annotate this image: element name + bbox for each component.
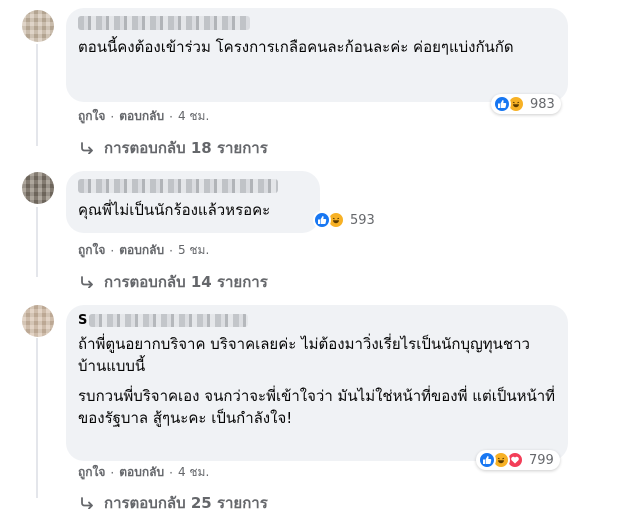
reaction-count: 799	[529, 452, 554, 468]
separator-dot: ·	[110, 465, 115, 480]
view-replies-link[interactable]: การตอบกลับ 18 รายการ	[80, 136, 268, 160]
comment-text: คุณพี่ไม่เป็นนักร้องแล้วหรอคะ	[78, 201, 271, 219]
comment-bubble: ตอนนี้คงต้องเข้าร่วม โครงการเกลือคนละก้อ…	[66, 8, 568, 102]
comment-timestamp[interactable]: 4 ชม.	[178, 463, 209, 482]
reply-arrow-icon	[80, 276, 94, 288]
comment-bubble: คุณพี่ไม่เป็นนักร้องแล้วหรอคะ	[66, 171, 320, 233]
reaction-summary[interactable]: 983	[491, 94, 561, 114]
reply-button[interactable]: ตอบกลับ	[119, 463, 164, 482]
reply-button[interactable]: ตอบกลับ	[119, 107, 164, 126]
reaction-summary[interactable]: 593	[313, 210, 375, 230]
comment-bubble: S ถ้าพี่ตูนอยากบริจาค บริจาคเลยค่ะ ไม่ต้…	[66, 305, 568, 461]
view-replies-label: การตอบกลับ 18 รายการ	[104, 139, 268, 157]
view-replies-link[interactable]: การตอบกลับ 25 รายการ	[80, 491, 268, 515]
reaction-count: 593	[350, 212, 375, 228]
avatar[interactable]	[22, 10, 54, 42]
separator-dot: ·	[169, 243, 173, 258]
comment-text: ตอนนี้คงต้องเข้าร่วม โครงการเกลือคนละก้อ…	[78, 38, 514, 56]
thread-line	[36, 44, 38, 146]
reaction-count: 983	[530, 96, 555, 112]
commenter-initial: S	[78, 312, 88, 328]
separator-dot: ·	[110, 243, 115, 258]
avatar[interactable]	[22, 305, 54, 337]
comment-actions: ถูกใจ · ตอบกลับ · 4 ชม.	[78, 463, 209, 482]
commenter-name-redacted[interactable]	[78, 179, 278, 193]
like-icon	[493, 95, 511, 113]
separator-dot: ·	[110, 109, 115, 124]
reply-button[interactable]: ตอบกลับ	[119, 241, 164, 260]
commenter-name-redacted[interactable]: S	[78, 312, 248, 328]
comment-timestamp[interactable]: 5 ชม.	[178, 241, 209, 260]
like-button[interactable]: ถูกใจ	[78, 107, 105, 126]
separator-dot: ·	[169, 465, 173, 480]
reply-arrow-icon	[80, 497, 94, 509]
like-button[interactable]: ถูกใจ	[78, 241, 105, 260]
reply-arrow-icon	[80, 142, 94, 154]
avatar[interactable]	[22, 172, 54, 204]
thread-line	[36, 207, 38, 277]
comment-actions: ถูกใจ · ตอบกลับ · 4 ชม.	[78, 107, 209, 126]
comment-paragraph: รบกวนพี่บริจาคเอง จนกว่าจะพี่เข้าใจว่า ม…	[78, 387, 556, 427]
comment-timestamp[interactable]: 4 ชม.	[178, 107, 209, 126]
like-icon	[313, 211, 331, 229]
like-button[interactable]: ถูกใจ	[78, 463, 105, 482]
like-icon	[478, 451, 496, 469]
thread-line	[36, 338, 38, 498]
name-redaction	[89, 313, 248, 327]
reaction-summary[interactable]: 799	[476, 450, 560, 470]
separator-dot: ·	[169, 109, 173, 124]
view-replies-label: การตอบกลับ 14 รายการ	[104, 273, 268, 291]
comment-actions: ถูกใจ · ตอบกลับ · 5 ชม.	[78, 241, 209, 260]
commenter-name-redacted[interactable]	[78, 16, 250, 30]
view-replies-link[interactable]: การตอบกลับ 14 รายการ	[80, 270, 268, 294]
view-replies-label: การตอบกลับ 25 รายการ	[104, 494, 268, 512]
comment-paragraph: ถ้าพี่ตูนอยากบริจาค บริจาคเลยค่ะ ไม่ต้อง…	[78, 335, 530, 375]
